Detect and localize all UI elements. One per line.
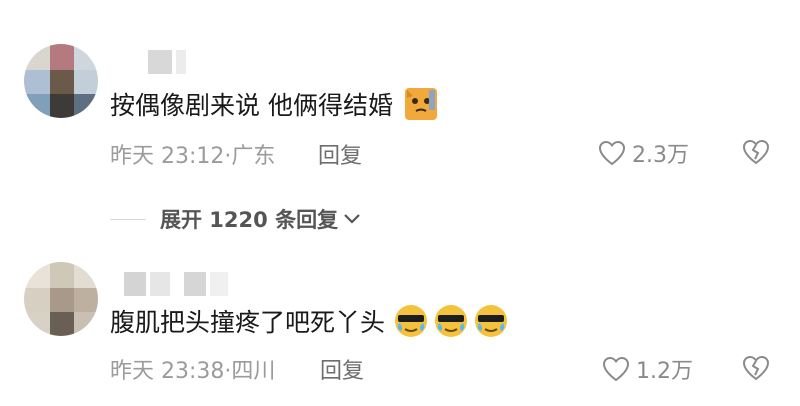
like-button[interactable]: 1.2万 [602,353,693,385]
comment-text: 腹肌把头撞疼了吧死丫头 [110,303,509,339]
dislike-button[interactable] [742,139,770,169]
chevron-down-icon [344,214,360,224]
cool-sweat-icon [395,305,428,337]
avatar[interactable] [24,44,98,118]
heart-icon [602,356,630,382]
like-count: 1.2万 [636,359,693,384]
username[interactable] [148,50,186,74]
expand-replies[interactable]: 展开 1220 条回复 [110,204,362,234]
cool-sweat-icon [435,305,468,337]
like-button[interactable]: 2.3万 [598,137,689,169]
comment-meta: 昨天 23:12·广东 [110,144,276,169]
broken-heart-icon [742,139,770,165]
comment-text: 按偶像剧来说 他俩得结婚 [110,86,439,122]
dislike-button[interactable] [742,355,770,385]
like-count: 2.3万 [632,143,689,168]
comment-text-label: 腹肌把头撞疼了吧死丫头 [110,308,386,337]
cool-sweat-icon [475,305,508,337]
comment-meta: 昨天 23:38·四川 [110,359,276,384]
reply-button[interactable]: 回复 [318,138,362,170]
reply-button[interactable]: 回复 [320,353,364,385]
cat-sweat-icon [404,88,437,120]
comment-text-label: 按偶像剧来说 他俩得结婚 [110,91,393,120]
expand-label: 展开 1220 条回复 [160,208,339,232]
avatar[interactable] [24,262,98,336]
username[interactable] [124,272,228,296]
broken-heart-icon [742,355,770,381]
heart-icon [598,140,626,166]
divider-line [110,218,146,220]
